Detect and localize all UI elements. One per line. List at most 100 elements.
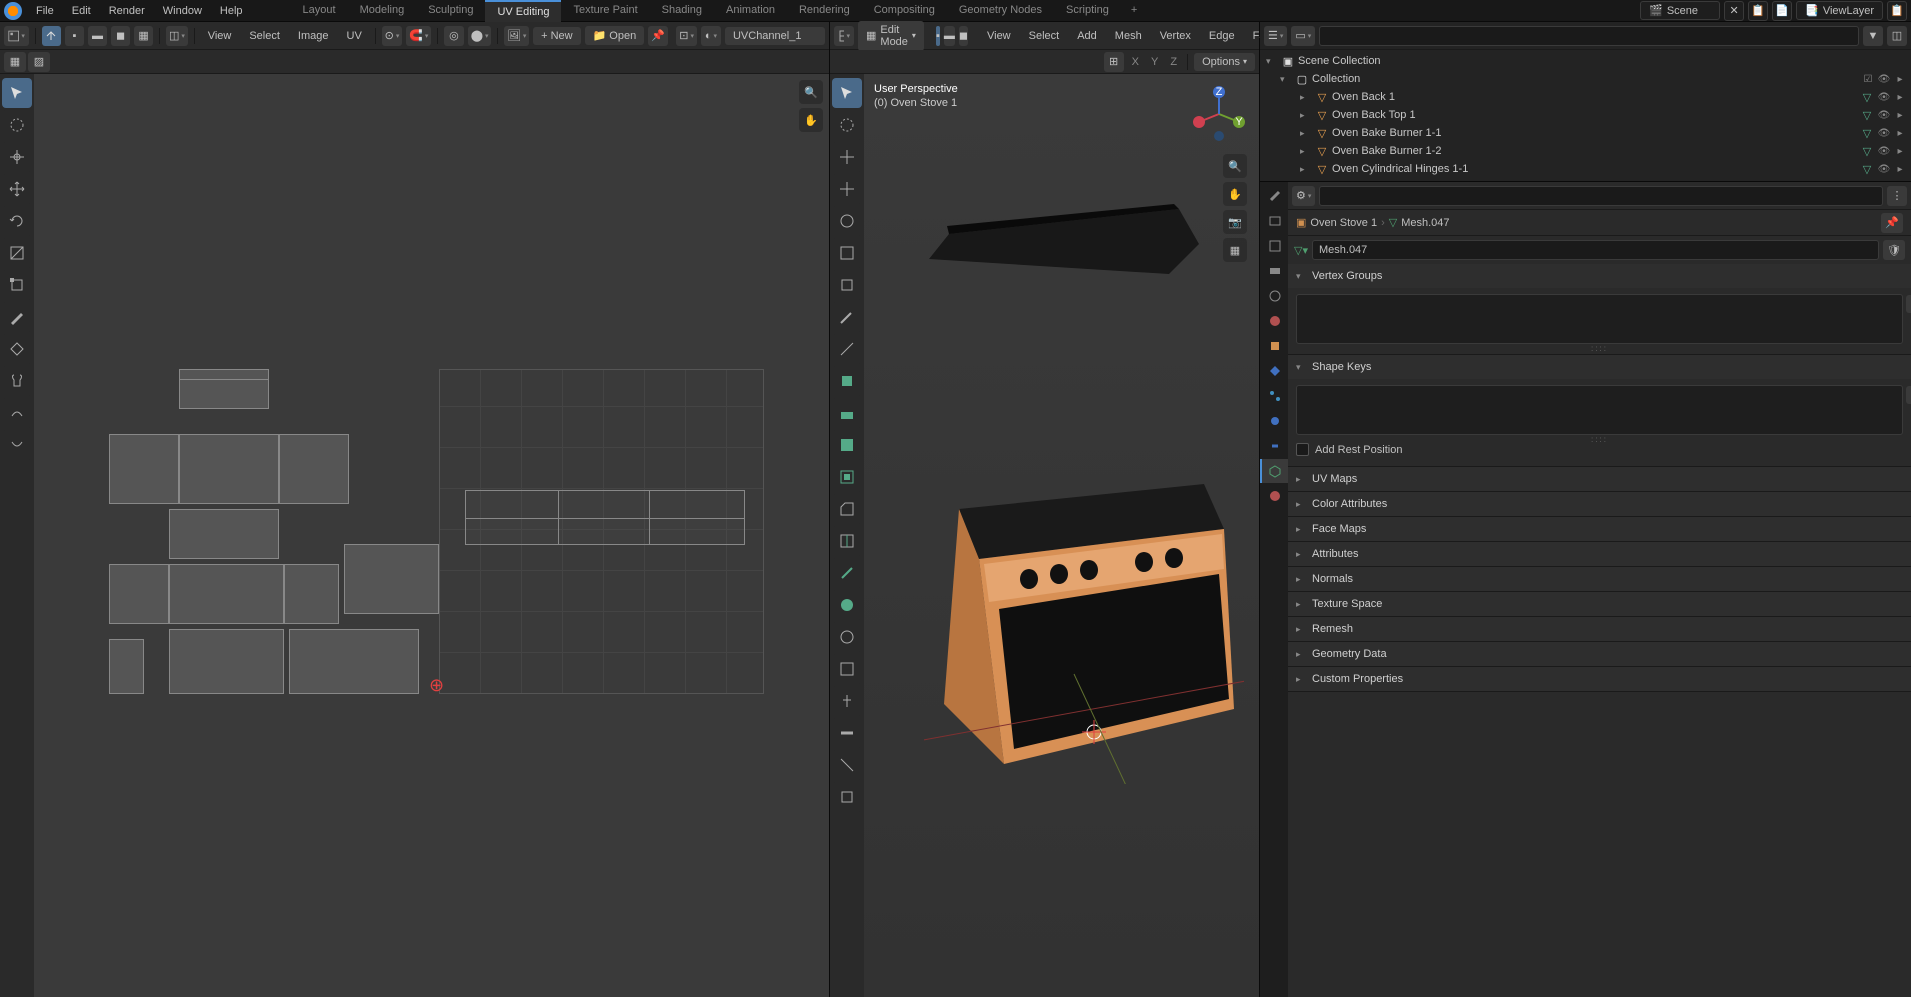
new-image-button[interactable]: + New — [533, 27, 580, 45]
add-workspace-button[interactable]: + — [1121, 0, 1147, 22]
tool-grab[interactable] — [2, 366, 32, 396]
panel-attributes-header[interactable]: ▸ Attributes — [1288, 542, 1911, 566]
item-disable[interactable]: ▸ — [1893, 126, 1907, 140]
prop-tab-modifier[interactable] — [1260, 359, 1288, 383]
pan-gizmo[interactable]: ✋ — [1223, 182, 1247, 206]
prop-tab-physics[interactable] — [1260, 409, 1288, 433]
tree-item-oven-bake-burner-1-2[interactable]: ▸ ▽ Oven Bake Burner 1-2 ▽ 👁 ▸ — [1260, 142, 1911, 160]
scene-new-button[interactable]: ✕ — [1724, 1, 1744, 21]
prop-tab-mesh-data[interactable] — [1260, 459, 1288, 483]
outliner-editor-type[interactable]: ☰ — [1264, 26, 1287, 46]
zoom-gizmo[interactable]: 🔍 — [1223, 154, 1247, 178]
prop-tab-viewlayer[interactable] — [1260, 259, 1288, 283]
item-disable[interactable]: ▸ — [1893, 108, 1907, 122]
panel-texture-space-header[interactable]: ▸ Texture Space — [1288, 592, 1911, 616]
vp-tool-shrink-fatten[interactable] — [832, 718, 862, 748]
uv-select-mode-edge[interactable]: ▬ — [88, 26, 107, 46]
item-disable[interactable]: ▸ — [1893, 144, 1907, 158]
tree-item-oven-back-1[interactable]: ▸ ▽ Oven Back 1 ▽ 👁 ▸ — [1260, 88, 1911, 106]
vp-tool-rotate[interactable] — [832, 206, 862, 236]
vp-tool-extrude-manifold[interactable] — [832, 430, 862, 460]
vp-menu-mesh[interactable]: Mesh — [1108, 27, 1149, 45]
uv-overlay-dropdown[interactable]: ⊡ — [676, 26, 697, 46]
tree-scene-collection[interactable]: ▾ ▣ Scene Collection — [1260, 52, 1911, 70]
item-visibility[interactable]: 👁 — [1877, 162, 1891, 176]
vp-tool-measure[interactable] — [832, 334, 862, 364]
properties-search-input[interactable] — [1319, 186, 1883, 206]
tab-compositing[interactable]: Compositing — [862, 0, 947, 22]
vp-tool-rip-region[interactable] — [832, 782, 862, 812]
camera-gizmo[interactable]: 📷 — [1223, 210, 1247, 234]
vertex-groups-list[interactable]: + :::: — [1296, 294, 1903, 344]
uv-menu-uv[interactable]: UV — [340, 27, 369, 45]
vp-tool-bevel[interactable] — [832, 494, 862, 524]
mesh-name-input[interactable] — [1312, 240, 1879, 260]
collection-disable-toggle[interactable]: ▸ — [1893, 72, 1907, 86]
outliner-search-input[interactable] — [1319, 26, 1859, 46]
axis-y[interactable]: Y — [1147, 56, 1162, 68]
vp-tool-loop-cut[interactable] — [832, 526, 862, 556]
vp-menu-add[interactable]: Add — [1070, 27, 1104, 45]
tree-item-oven-cylindrical-hinges[interactable]: ▸ ▽ Oven Cylindrical Hinges 1-1 ▽ 👁 ▸ — [1260, 160, 1911, 178]
tab-uv-editing[interactable]: UV Editing — [485, 0, 561, 22]
panel-remesh-header[interactable]: ▸ Remesh — [1288, 617, 1911, 641]
shape-keys-list[interactable]: + :::: — [1296, 385, 1903, 435]
pin-image-button[interactable]: 📌 — [648, 26, 668, 46]
pin-icon[interactable]: 📌 — [1881, 213, 1903, 233]
panel-uv-maps-header[interactable]: ▸ UV Maps — [1288, 467, 1911, 491]
panel-color-attributes-header[interactable]: ▸ Color Attributes — [1288, 492, 1911, 516]
zoom-gizmo-icon[interactable]: 🔍 — [799, 80, 823, 104]
perspective-gizmo[interactable]: ▦ — [1223, 238, 1247, 262]
uv-display-modified[interactable]: ▨ — [28, 52, 50, 72]
vp-tool-extrude-region[interactable] — [832, 398, 862, 428]
collection-exclude-toggle[interactable]: ☑ — [1861, 72, 1875, 86]
options-dropdown[interactable]: Options ▾ — [1194, 53, 1255, 71]
vp-tool-inset[interactable] — [832, 462, 862, 492]
tool-relax[interactable] — [2, 398, 32, 428]
blender-logo-icon[interactable] — [4, 2, 22, 20]
vp-tool-cursor[interactable] — [832, 142, 862, 172]
uv-display-channels[interactable]: ◐ — [701, 26, 721, 46]
outliner-new-collection[interactable]: ◫ — [1887, 26, 1907, 46]
prop-tab-render[interactable] — [1260, 209, 1288, 233]
uv-pivot-dropdown[interactable]: ⊙ — [382, 26, 403, 46]
vp-tool-scale[interactable] — [832, 238, 862, 268]
tool-transform[interactable] — [2, 270, 32, 300]
panel-shape-keys-header[interactable]: ▾ Shape Keys — [1288, 355, 1911, 379]
uv-menu-select[interactable]: Select — [242, 27, 287, 45]
uv-menu-image[interactable]: Image — [291, 27, 336, 45]
tool-select-box[interactable] — [2, 110, 32, 140]
tab-sculpting[interactable]: Sculpting — [416, 0, 485, 22]
vp-tool-select-box[interactable] — [832, 110, 862, 140]
tab-modeling[interactable]: Modeling — [348, 0, 417, 22]
vp-menu-select[interactable]: Select — [1022, 27, 1067, 45]
tool-scale[interactable] — [2, 238, 32, 268]
vp-tool-move[interactable] — [832, 174, 862, 204]
tool-cursor[interactable] — [2, 142, 32, 172]
mesh-fake-user[interactable]: 🛡 — [1883, 240, 1905, 260]
prop-tab-object[interactable] — [1260, 334, 1288, 358]
axis-gizmo[interactable]: Z Y — [1189, 84, 1249, 144]
item-visibility[interactable]: 👁 — [1877, 90, 1891, 104]
tool-rip[interactable] — [2, 334, 32, 364]
item-visibility[interactable]: 👁 — [1877, 126, 1891, 140]
tab-scripting[interactable]: Scripting — [1054, 0, 1121, 22]
tree-item-oven-back-top-1[interactable]: ▸ ▽ Oven Back Top 1 ▽ 👁 ▸ — [1260, 106, 1911, 124]
tab-rendering[interactable]: Rendering — [787, 0, 862, 22]
mesh-auto-merge[interactable]: ⊞ — [1104, 52, 1124, 72]
viewport-editor-type[interactable] — [834, 26, 854, 46]
uv-snap-dropdown[interactable]: 🧲 — [406, 26, 431, 46]
properties-options[interactable]: ⋮ — [1887, 186, 1907, 206]
vp-tool-edge-slide[interactable] — [832, 686, 862, 716]
add-vertex-group[interactable]: + — [1906, 295, 1911, 313]
vp-menu-edge[interactable]: Edge — [1202, 27, 1242, 45]
breadcrumb-mesh[interactable]: Mesh.047 — [1401, 217, 1449, 229]
axis-z[interactable]: Z — [1166, 56, 1181, 68]
item-visibility[interactable]: 👁 — [1877, 108, 1891, 122]
scene-pin-icon[interactable]: 📋 — [1748, 1, 1768, 21]
menu-file[interactable]: File — [28, 2, 62, 20]
uv-select-mode-vertex[interactable]: ▪ — [65, 26, 84, 46]
uv-proportional-toggle[interactable]: ◎ — [444, 26, 464, 46]
uv-select-mode-island[interactable]: ▦ — [134, 26, 153, 46]
open-image-button[interactable]: 📁 Open — [585, 26, 645, 45]
